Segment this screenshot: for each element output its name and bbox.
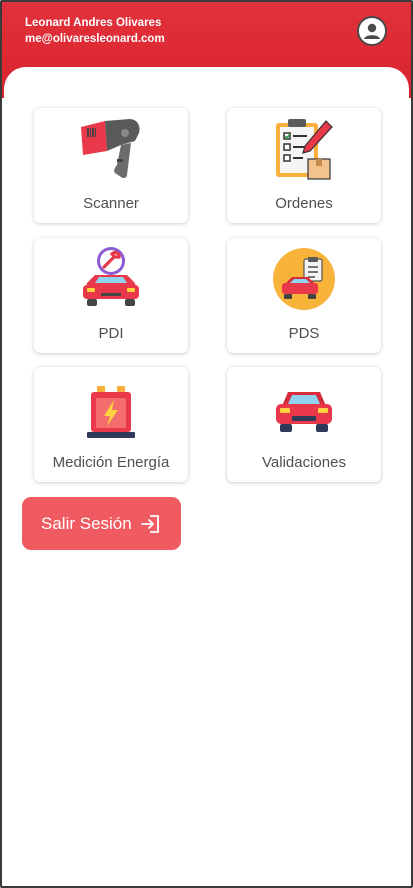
car-repair-icon — [83, 247, 139, 306]
car-document-icon — [273, 248, 335, 310]
profile-button[interactable] — [357, 16, 387, 46]
logout-button[interactable]: Salir Sesión — [22, 497, 181, 550]
user-email: me@olivaresleonard.com — [25, 33, 165, 45]
car-front-icon — [276, 392, 332, 432]
menu-card-scanner[interactable]: Scanner — [34, 108, 188, 223]
menu-card-pdi[interactable]: PDI — [34, 238, 188, 353]
menu-card-label: PDS — [288, 325, 320, 342]
account-circle-icon — [364, 23, 380, 39]
logout-icon — [140, 514, 159, 533]
battery-energy-icon — [87, 386, 135, 438]
main-content: Scanner Ordenes PDI PDS Medición Energía… — [4, 67, 409, 886]
menu-card-label: Medición Energía — [52, 454, 170, 471]
app-frame: Leonard Andres Olivares me@olivaresleona… — [0, 0, 413, 888]
menu-card-validaciones[interactable]: Validaciones — [227, 367, 381, 482]
barcode-scanner-icon — [81, 119, 140, 179]
menu-card-label: PDI — [98, 325, 124, 342]
menu-card-label: Validaciones — [262, 454, 346, 471]
user-name: Leonard Andres Olivares — [25, 17, 162, 29]
menu-card-label: Ordenes — [275, 195, 333, 212]
menu-card-label: Scanner — [83, 195, 139, 212]
menu-card-pds[interactable]: PDS — [227, 238, 381, 353]
menu-card-medicion-energia[interactable]: Medición Energía — [34, 367, 188, 482]
menu-card-ordenes[interactable]: Ordenes — [227, 108, 381, 223]
clipboard-checklist-icon — [276, 119, 333, 180]
logout-label: Salir Sesión — [41, 513, 132, 533]
